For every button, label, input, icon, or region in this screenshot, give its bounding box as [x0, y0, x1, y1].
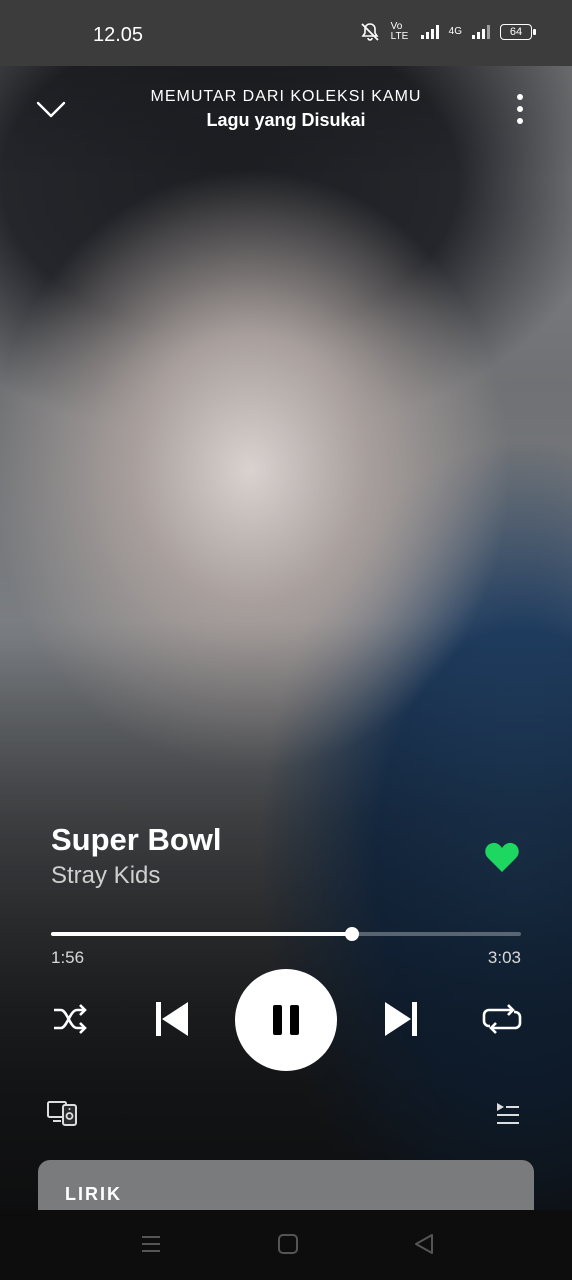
- song-title[interactable]: Super Bowl: [51, 822, 222, 858]
- more-vertical-icon[interactable]: [506, 92, 534, 128]
- volte-label: Vo LTE: [390, 21, 409, 42]
- signal-icon: [420, 25, 439, 39]
- progress-thumb[interactable]: [344, 927, 359, 941]
- status-time: 12.05: [93, 24, 144, 46]
- playing-from-label: MEMUTAR DARI KOLEKSI KAMU: [150, 88, 422, 105]
- song-artist[interactable]: Stray Kids: [51, 862, 160, 890]
- battery-indicator: 64: [500, 24, 536, 40]
- mute-icon: [361, 23, 379, 41]
- lyrics-label: LIRIK: [65, 1184, 122, 1204]
- total-duration: 3:03: [487, 948, 521, 967]
- nav-home-icon[interactable]: [276, 1232, 300, 1256]
- heart-icon[interactable]: [484, 840, 520, 874]
- playlist-title[interactable]: Lagu yang Disukai: [0, 110, 572, 131]
- repeat-icon[interactable]: [482, 1002, 522, 1036]
- network-type: 4G: [448, 26, 462, 37]
- signal-icon-2: [472, 25, 490, 39]
- nav-menu-icon[interactable]: [139, 1232, 163, 1256]
- status-bar: 12.05 Vo LTE 4G 64: [0, 0, 572, 66]
- progress-fill: [51, 932, 352, 936]
- previous-icon[interactable]: [154, 1000, 190, 1038]
- progress-bar[interactable]: [51, 927, 521, 941]
- status-icons: Vo LTE 4G 64: [359, 21, 536, 42]
- queue-icon[interactable]: [496, 1102, 520, 1126]
- elapsed-time: 1:56: [51, 948, 85, 967]
- nav-back-icon[interactable]: [412, 1232, 436, 1256]
- devices-icon[interactable]: [46, 1099, 78, 1127]
- next-icon[interactable]: [383, 1000, 419, 1038]
- pause-button[interactable]: [235, 969, 337, 1071]
- pause-icon: [273, 1005, 299, 1035]
- shuffle-icon[interactable]: [52, 1004, 88, 1034]
- system-nav-bar: [0, 1210, 572, 1280]
